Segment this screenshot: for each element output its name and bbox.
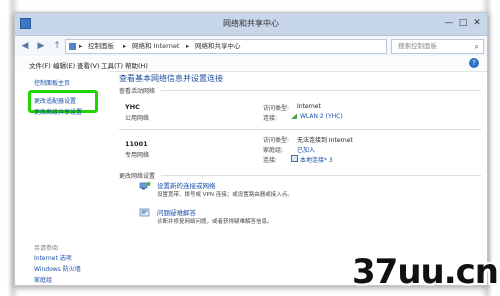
divider <box>119 129 481 130</box>
menu-edit[interactable]: 编辑(E) <box>53 60 75 70</box>
window-title: 网络和共享中心 <box>223 19 279 28</box>
see-also-homegroup[interactable]: 家庭组 <box>34 275 52 284</box>
setup-connection-desc: 设置宽带、拨号或 VPN 连接；或设置路由器或接入点。 <box>157 192 293 198</box>
forward-button[interactable]: ▶ <box>35 40 47 52</box>
breadcrumb-separator[interactable]: ▸ <box>186 40 189 53</box>
title-bar: 网络和共享中心 — □ ✕ <box>15 13 487 36</box>
connection-label: 连接: <box>263 157 278 164</box>
breadcrumb-network-internet[interactable]: 网络和 Internet <box>132 40 179 53</box>
menu-help[interactable]: 帮助(H) <box>125 60 148 70</box>
divider <box>161 90 481 91</box>
breadcrumb-network-center[interactable]: 网络和共享中心 <box>195 40 241 53</box>
network-name: YHC <box>125 103 140 111</box>
setup-connection-link[interactable]: 设置新的连接或网络 <box>157 180 216 190</box>
menu-file[interactable]: 文件(F) <box>29 60 51 70</box>
address-bar[interactable]: ▸ 控制面板 ▸ 网络和 Internet ▸ 网络和共享中心 ▾ ↻ <box>65 39 428 54</box>
address-toolbar: ◀ ▶ ↑ ▸ 控制面板 ▸ 网络和 Internet ▸ 网络和共享中心 ▾ … <box>15 36 487 56</box>
wifi-signal-icon <box>291 114 297 119</box>
see-also-label: 另请参阅 <box>34 245 59 252</box>
sidebar-advanced-sharing-link[interactable]: 更改高级共享设置 <box>34 107 82 116</box>
network-type: 公用网络 <box>125 115 150 122</box>
connection-link-local[interactable]: 本地连接* 3 <box>300 155 333 164</box>
access-type-label: 访问类型: <box>263 137 290 144</box>
search-icon[interactable]: ⌕ <box>475 40 479 53</box>
help-icon[interactable]: ? <box>469 58 479 68</box>
menu-view[interactable]: 查看(V) <box>77 60 100 70</box>
sidebar: 控制面板主页 更改适配器设置 更改高级共享设置 另请参阅 Internet 选项… <box>15 71 107 285</box>
connection-label: 连接: <box>263 115 278 122</box>
network-type: 专用网络 <box>125 152 150 159</box>
control-panel-window: 网络和共享中心 — □ ✕ ◀ ▶ ↑ ▸ 控制面板 ▸ 网络和 Interne… <box>14 12 488 286</box>
sidebar-home-link[interactable]: 控制面板主页 <box>34 78 70 87</box>
site-watermark-logo: 37uu.cn <box>352 252 499 292</box>
connection-link-wlan[interactable]: WLAN 2 (YHC) <box>300 113 343 120</box>
new-connection-icon <box>139 182 151 190</box>
back-button[interactable]: ◀ <box>19 40 31 52</box>
minimize-button[interactable]: — <box>442 16 456 30</box>
change-settings-label: 更改网络设置 <box>119 173 156 180</box>
network-name: 11001 <box>125 140 148 148</box>
homegroup-link[interactable]: 已加入 <box>297 145 315 154</box>
access-type-label: 访问类型: <box>263 105 290 112</box>
up-button[interactable]: ↑ <box>51 40 63 52</box>
close-button[interactable]: ✕ <box>470 16 484 30</box>
breadcrumb-control-panel[interactable]: 控制面板 <box>88 40 114 53</box>
search-placeholder: 搜索控制面板 <box>398 42 437 50</box>
see-also-internet-options[interactable]: Internet 选项 <box>34 253 72 262</box>
see-also-windows-firewall[interactable]: Windows 防火墙 <box>34 264 81 273</box>
homegroup-label: 家庭组: <box>263 147 284 154</box>
maximize-button[interactable]: □ <box>456 16 470 30</box>
page-title: 查看基本网络信息并设置连接 <box>119 74 223 83</box>
menu-tools[interactable]: 工具(T) <box>101 60 123 70</box>
troubleshoot-desc: 诊断并修复网络问题，或者获得疑难解答信息。 <box>157 219 273 225</box>
divider <box>161 175 481 176</box>
sidebar-change-adapter-link[interactable]: 更改适配器设置 <box>34 96 76 105</box>
access-type-value: 无法连接到 Internet <box>297 137 353 144</box>
ethernet-icon <box>291 155 298 162</box>
breadcrumb-separator[interactable]: ▸ <box>79 40 82 53</box>
troubleshoot-link[interactable]: 问题疑难解答 <box>157 207 196 217</box>
access-type-value: Internet <box>297 103 321 110</box>
search-input[interactable]: 搜索控制面板 ⌕ <box>391 39 484 54</box>
menu-bar: 文件(F) 编辑(E) 查看(V) 工具(T) 帮助(H) ? <box>15 57 487 72</box>
control-panel-icon <box>69 43 76 50</box>
active-networks-label: 查看活动网络 <box>119 88 156 95</box>
troubleshoot-icon <box>139 208 150 217</box>
breadcrumb-separator[interactable]: ▸ <box>123 40 126 53</box>
